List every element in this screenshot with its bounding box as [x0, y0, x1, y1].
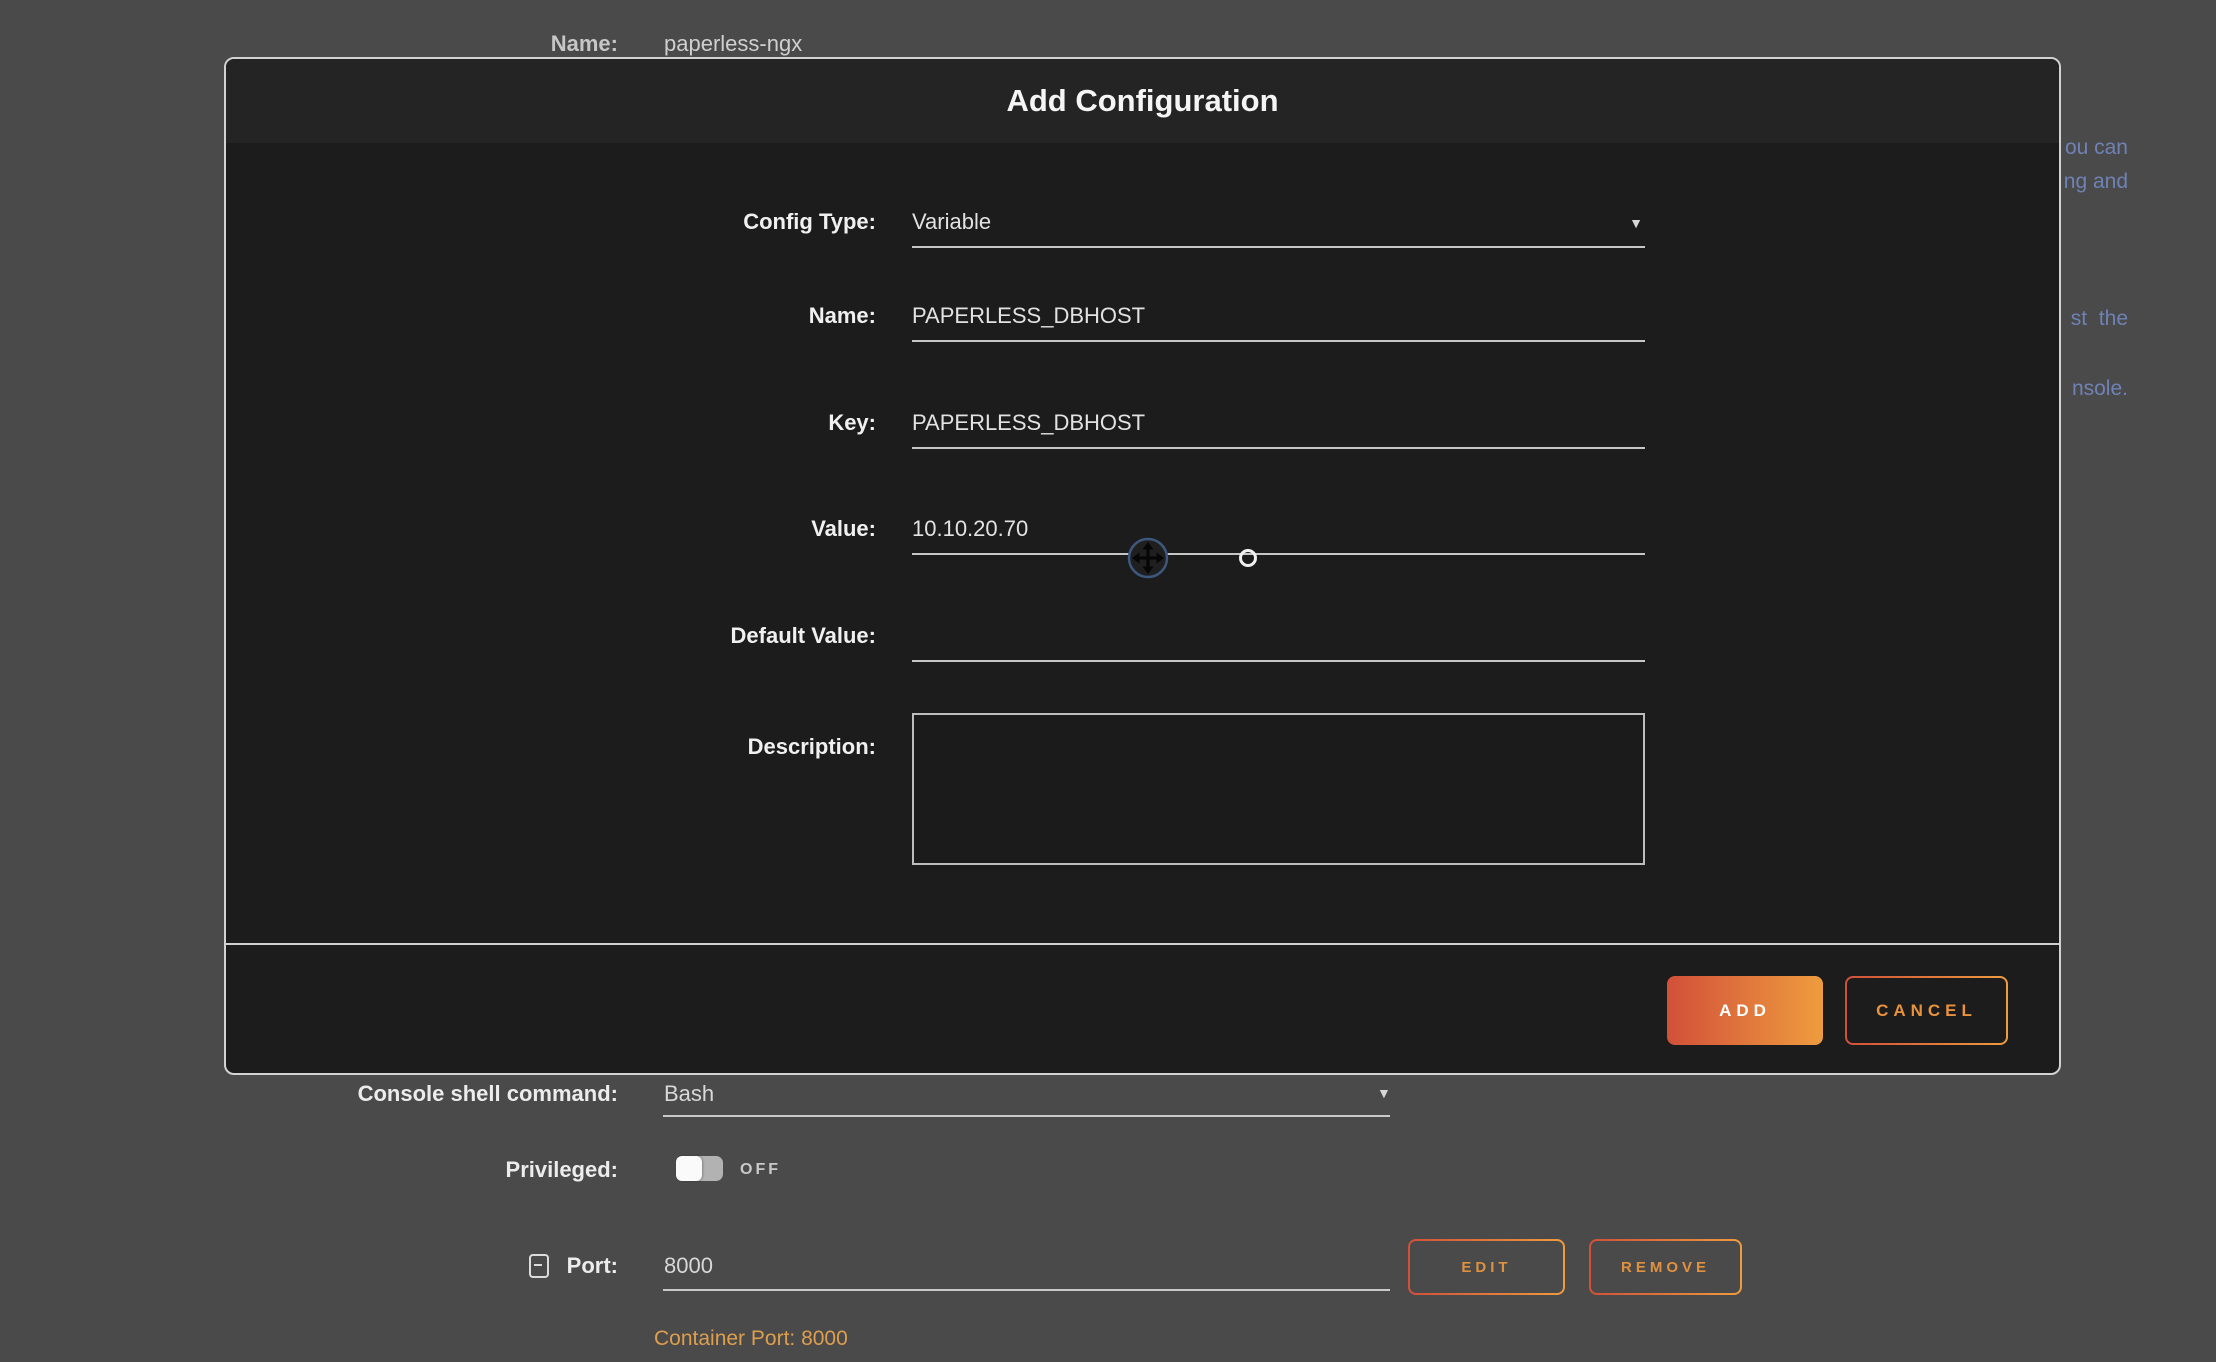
port-input[interactable]: 8000 [664, 1253, 713, 1279]
help-text-fragment: ng and [2064, 170, 2128, 194]
help-text-fragment: st the [2071, 307, 2128, 331]
key-label: Key: [226, 410, 876, 436]
container-name-label: Name: [0, 31, 618, 57]
console-shell-command-select[interactable]: Bash [664, 1081, 714, 1107]
port-label: Port: [0, 1253, 618, 1279]
chevron-down-icon: ▼ [1377, 1085, 1391, 1101]
name-input[interactable]: PAPERLESS_DBHOST [912, 303, 1645, 342]
move-cursor-icon [1127, 537, 1169, 579]
default-value-input[interactable] [912, 623, 1645, 662]
remove-button[interactable]: REMOVE [1589, 1239, 1742, 1295]
config-type-value: Variable [912, 209, 991, 234]
footer-divider [226, 943, 2059, 945]
privileged-label: Privileged: [0, 1157, 618, 1183]
edit-button[interactable]: EDIT [1408, 1239, 1565, 1295]
name-value: PAPERLESS_DBHOST [912, 303, 1145, 328]
help-text-fragment: nsole. [2072, 377, 2128, 401]
value-value: 10.10.20.70 [912, 516, 1028, 541]
cancel-button[interactable]: CANCEL [1845, 976, 2008, 1045]
description-textarea[interactable] [912, 713, 1645, 865]
port-underline [663, 1289, 1390, 1291]
console-shell-command-underline [663, 1115, 1390, 1117]
cancel-button-label: CANCEL [1847, 978, 2006, 1043]
config-type-label: Config Type: [226, 209, 876, 235]
add-button[interactable]: ADD [1667, 976, 1823, 1045]
help-text-fragment: ou can [2065, 136, 2128, 160]
container-port-text: Container Port: 8000 [654, 1327, 848, 1351]
chevron-down-icon: ▼ [1629, 215, 1643, 231]
privileged-state-text: OFF [740, 1161, 781, 1179]
dialog-title: Add Configuration [1006, 83, 1278, 119]
privileged-toggle[interactable] [676, 1156, 723, 1181]
remove-button-label: REMOVE [1591, 1241, 1740, 1293]
value-input[interactable]: 10.10.20.70 [912, 516, 1645, 555]
config-type-select[interactable]: Variable ▼ [912, 209, 1645, 248]
default-value-label: Default Value: [226, 623, 876, 649]
key-value: PAPERLESS_DBHOST [912, 410, 1145, 435]
container-name-value: paperless-ngx [664, 31, 802, 57]
edit-button-label: EDIT [1410, 1241, 1563, 1293]
toggle-knob [676, 1156, 702, 1181]
dialog-header: Add Configuration [226, 59, 2059, 143]
console-shell-command-label: Console shell command: [0, 1081, 618, 1107]
click-indicator-ring [1239, 549, 1257, 567]
value-label: Value: [226, 516, 876, 542]
description-label: Description: [226, 734, 876, 760]
name-label: Name: [226, 303, 876, 329]
key-input[interactable]: PAPERLESS_DBHOST [912, 410, 1645, 449]
